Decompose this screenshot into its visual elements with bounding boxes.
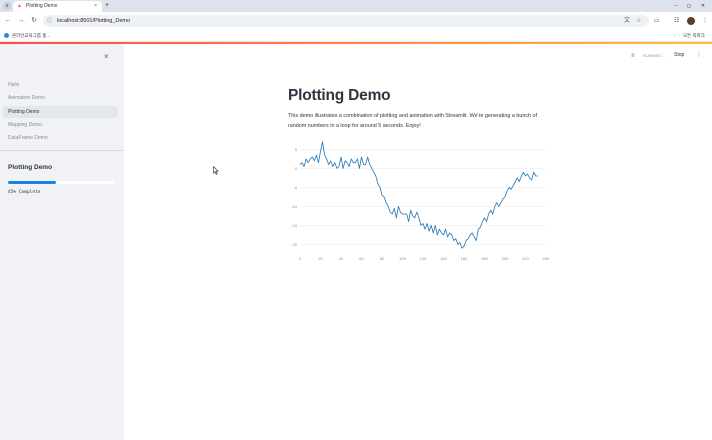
url-text[interactable]: localhost:8501/Plotting_Demo [57, 16, 130, 26]
mouse-cursor-icon [213, 166, 219, 175]
star-icon[interactable]: ☆ [636, 16, 641, 26]
x-tick-label: 0 [299, 256, 302, 261]
folder-icon: 🗁 [674, 33, 681, 39]
translate-icon[interactable]: 文 [624, 16, 630, 26]
tab-search-button[interactable]: v [3, 2, 11, 10]
sidebar-close-icon[interactable]: × [104, 52, 109, 62]
minimize-icon[interactable]: – [669, 2, 683, 10]
main-menu-icon[interactable]: ⋮ [696, 51, 702, 60]
x-tick-label: 180 [481, 256, 488, 261]
all-bookmarks-button[interactable]: 모든 북마크 [683, 31, 705, 40]
x-tick-label: 140 [440, 256, 447, 261]
x-tick-label: 100 [399, 256, 406, 261]
bookmarks-bar: 온라인교육그룹 홈... 🗁 모든 북마크 [0, 30, 712, 42]
progress-status-text: 45% Complete [8, 190, 41, 195]
x-tick-label: 160 [461, 256, 468, 261]
progress-bar [8, 181, 115, 184]
sidebar-heading: Plotting Demo [8, 164, 53, 171]
progress-bar-fill [8, 181, 57, 184]
bookmark-item[interactable]: 온라인교육그룹 홈... [12, 31, 50, 40]
line-chart: 5 0 -5 -10 -15 -20 0 20 40 60 80 100 120 140 160 180 200… [291, 141, 550, 261]
y-tick-label: -15 [291, 223, 298, 228]
stop-button[interactable]: Stop [672, 51, 686, 60]
streamlit-favicon-icon: ▲ [17, 3, 22, 9]
maximize-icon[interactable]: ◻ [682, 2, 696, 10]
extension-icon[interactable]: ☷ [674, 16, 679, 26]
bookmark-favicon-icon [4, 33, 9, 38]
close-window-icon[interactable]: ✕ [696, 2, 710, 10]
page-title: Plotting Demo [288, 87, 391, 104]
sidebar-item-animation-demo[interactable]: Animation Demo [3, 92, 118, 104]
series-line [299, 141, 538, 249]
x-tick-label: 200 [502, 256, 509, 261]
page-description: This demo illustrates a combination of p… [288, 113, 538, 129]
main-content: ≡ RUNNING... Stop ⋮ Plotting Demo This d… [124, 44, 712, 440]
running-status-text: RUNNING... [643, 53, 665, 58]
puzzle-icon[interactable]: ▭ [654, 16, 660, 26]
y-tick-label: 5 [295, 147, 298, 152]
tab-title: Plotting Demo [26, 3, 58, 9]
x-tick-label: 240 [543, 256, 550, 261]
site-info-icon[interactable]: ⓘ [47, 16, 52, 26]
sidebar-item-dataframe-demo[interactable]: DataFrame Demo [3, 132, 118, 144]
browser-toolbar: ← → ↻ ⓘ localhost:8501/Plotting_Demo 文 ☆… [0, 12, 712, 30]
x-tick-label: 80 [380, 256, 385, 261]
browser-tab-active[interactable]: ▲ Plotting Demo × [13, 1, 102, 12]
address-bar[interactable]: ⓘ localhost:8501/Plotting_Demo 文 ☆ [43, 15, 649, 27]
new-tab-button[interactable]: + [105, 1, 109, 10]
forward-arrow-icon[interactable]: → [16, 16, 26, 26]
sidebar-divider [0, 150, 124, 151]
tab-close-icon[interactable]: × [94, 3, 97, 10]
x-tick-label: 120 [420, 256, 427, 261]
x-tick-label: 60 [359, 256, 364, 261]
x-tick-label: 40 [339, 256, 344, 261]
browser-tab-strip: v ▲ Plotting Demo × + – ◻ ✕ [0, 0, 712, 12]
y-tick-label: -20 [291, 242, 298, 247]
x-tick-label: 220 [522, 256, 529, 261]
back-arrow-icon[interactable]: ← [3, 16, 13, 26]
sidebar-item-plotting-demo[interactable]: Plotting Demo [3, 106, 118, 118]
sidebar: × Hello Animation Demo Plotting Demo Map… [0, 44, 124, 440]
sidebar-item-mapping-demo[interactable]: Mapping Demo [3, 119, 118, 131]
x-tick-label: 20 [318, 256, 323, 261]
three-dots-icon[interactable]: ⋮ [702, 16, 708, 26]
profile-avatar[interactable] [687, 17, 695, 25]
sidebar-item-hello[interactable]: Hello [3, 79, 118, 91]
running-status-icon: ≡ [631, 53, 635, 59]
y-tick-label: -5 [293, 185, 297, 190]
y-tick-label: 0 [295, 166, 298, 171]
reload-icon[interactable]: ↻ [29, 16, 39, 26]
y-tick-label: -10 [291, 204, 298, 209]
